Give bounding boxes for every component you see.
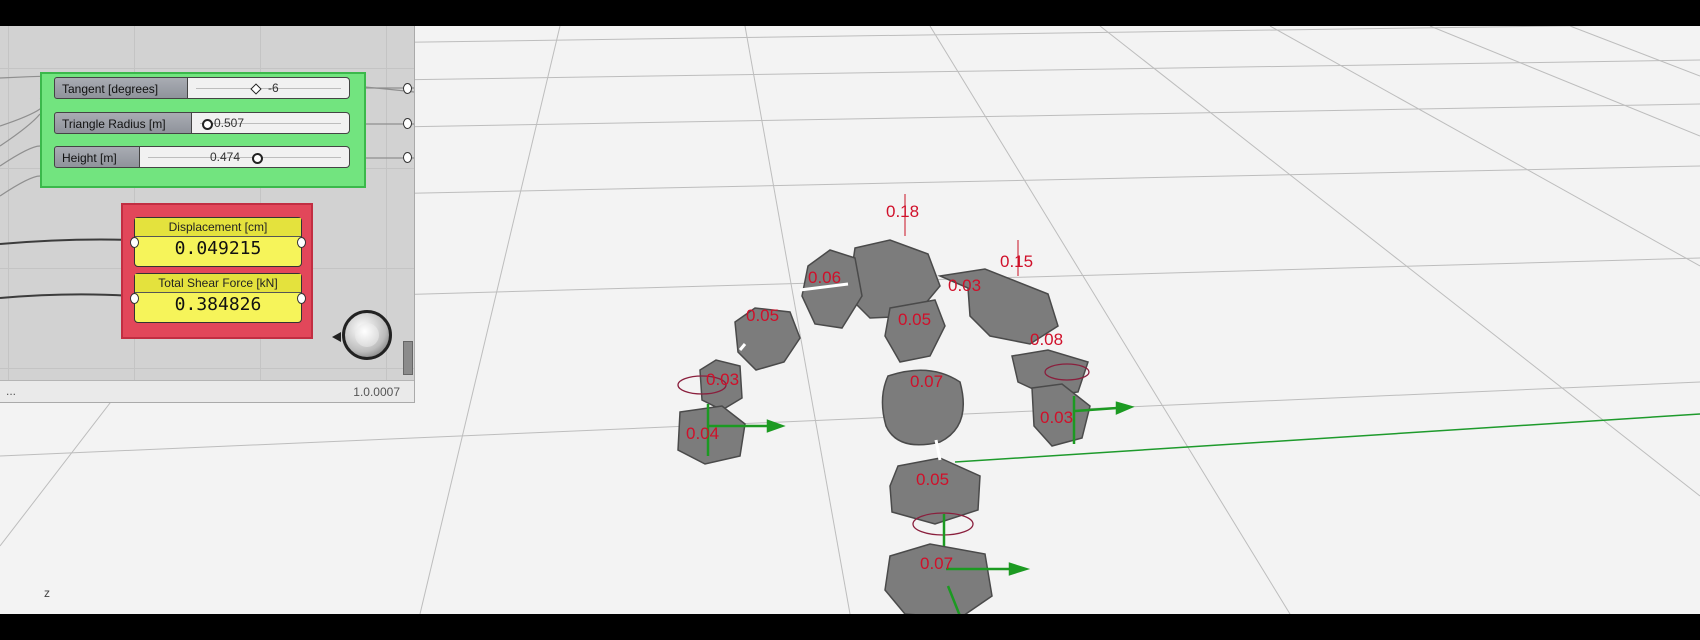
triangle-radius-slider-label: Triangle Radius [m] <box>54 112 192 134</box>
height-slider-value: 0.474 <box>210 150 241 164</box>
stone-label: 0.07 <box>920 554 954 573</box>
grasshopper-canvas[interactable]: Tangent [degrees] -6 Triangle Radius [m]… <box>0 26 414 380</box>
version-label: 1.0.0007 <box>353 385 400 399</box>
stone-label: 0.08 <box>1030 330 1064 349</box>
tangent-slider[interactable]: Tangent [degrees] -6 <box>54 77 412 101</box>
stone-label: 0.15 <box>1000 252 1034 271</box>
triangle-radius-slider[interactable]: Triangle Radius [m] 0.507 <box>54 112 412 136</box>
tangent-slider-rail[interactable]: -6 <box>188 77 350 99</box>
canvas-scrollbar-thumb[interactable] <box>403 341 413 375</box>
output-port[interactable] <box>297 293 306 304</box>
displacement-panel[interactable]: Displacement [cm] 0.049215 <box>130 217 306 267</box>
canvas-navigation-compass-icon[interactable] <box>342 310 392 360</box>
stone-label: 0.05 <box>916 470 950 489</box>
tangent-slider-label: Tangent [degrees] <box>54 77 188 99</box>
canvas-status-bar: ... 1.0.0007 <box>0 380 414 402</box>
triangle-radius-slider-handle[interactable] <box>202 119 213 130</box>
grasshopper-canvas-window[interactable]: Tangent [degrees] -6 Triangle Radius [m]… <box>0 26 415 403</box>
total-shear-force-panel[interactable]: Total Shear Force [kN] 0.384826 <box>130 273 306 323</box>
bottom-letterbox <box>0 614 1700 640</box>
height-slider[interactable]: Height [m] 0.474 <box>54 146 412 170</box>
output-port[interactable] <box>403 118 412 129</box>
status-menu[interactable]: ... <box>6 384 16 398</box>
stone-label: 0.06 <box>808 268 842 287</box>
stone-label: 0.07 <box>910 372 944 391</box>
total-shear-force-panel-title: Total Shear Force [kN] <box>135 274 301 293</box>
stone-label: 0.18 <box>886 202 920 221</box>
displacement-panel-value: 0.049215 <box>174 238 262 259</box>
stone-label: 0.05 <box>746 306 780 325</box>
stone-center-low <box>889 457 981 525</box>
height-slider-rail[interactable]: 0.474 <box>140 146 350 168</box>
triangle-radius-slider-rail[interactable]: 0.507 <box>192 112 350 134</box>
axis-label-z: z <box>44 586 50 600</box>
compass-pointer-icon <box>332 332 341 342</box>
top-letterbox <box>0 0 1700 26</box>
stone-label: 0.03 <box>948 276 982 295</box>
stone-label: 0.05 <box>898 310 932 329</box>
output-port[interactable] <box>297 237 306 248</box>
height-slider-label: Height [m] <box>54 146 140 168</box>
height-slider-handle[interactable] <box>252 153 263 164</box>
output-port[interactable] <box>403 83 412 94</box>
stone-label: 0.03 <box>706 370 740 389</box>
stone-label: 0.03 <box>1040 408 1074 427</box>
input-port[interactable] <box>130 293 139 304</box>
total-shear-force-panel-value: 0.384826 <box>174 294 262 315</box>
input-port[interactable] <box>130 237 139 248</box>
output-port[interactable] <box>403 152 412 163</box>
tangent-slider-value: -6 <box>268 81 279 95</box>
displacement-panel-title: Displacement [cm] <box>135 218 301 237</box>
stone-label: 0.04 <box>686 424 720 443</box>
screen: 0.18 0.15 0.06 0.03 0.05 0.05 0.08 0.03 … <box>0 0 1700 640</box>
triangle-radius-slider-value: 0.507 <box>214 116 245 130</box>
